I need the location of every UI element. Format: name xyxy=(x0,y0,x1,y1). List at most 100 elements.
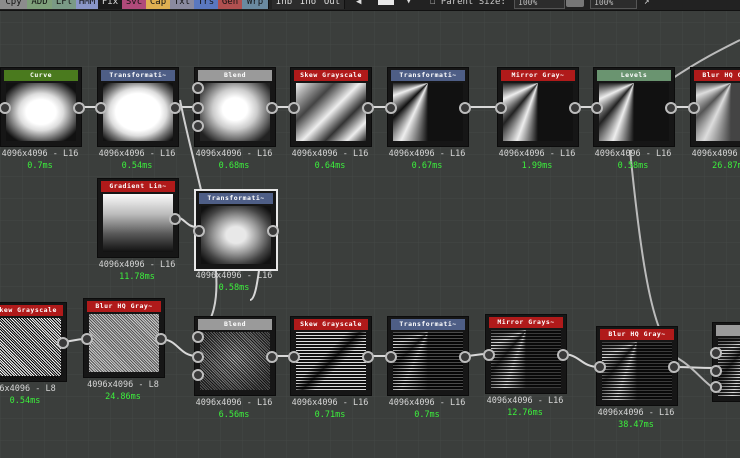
node-title: Blur HQ Gray~ xyxy=(600,329,674,340)
output-port[interactable] xyxy=(459,102,471,114)
output-port[interactable] xyxy=(169,213,181,225)
input-port[interactable] xyxy=(688,102,700,114)
node-title: Levels xyxy=(597,70,671,81)
tab-wrp[interactable]: Wrp xyxy=(242,0,269,9)
output-port[interactable] xyxy=(665,102,677,114)
input-port[interactable] xyxy=(710,381,722,393)
output-port[interactable] xyxy=(266,351,278,363)
node-thumbnail xyxy=(103,83,173,141)
tab-cpy[interactable]: Cpy xyxy=(0,0,28,9)
node-thumbnail xyxy=(696,83,740,141)
node-blend1[interactable]: Blend xyxy=(192,67,278,147)
more-icon[interactable]: ↗ xyxy=(644,0,649,9)
tab-cap[interactable]: Cap xyxy=(146,0,171,9)
node-gradient[interactable]: Gradient Lin~ xyxy=(97,178,181,258)
tab-fix[interactable]: Fix xyxy=(98,0,123,9)
node-title: Blur HQ Gray~ xyxy=(694,70,740,81)
tab-hmm[interactable]: HMM xyxy=(76,0,99,9)
input-port[interactable] xyxy=(192,351,204,363)
node-thumbnail xyxy=(602,342,672,400)
input-port[interactable] xyxy=(385,102,397,114)
node-levels[interactable]: Levels xyxy=(591,67,677,147)
output-port[interactable] xyxy=(362,102,374,114)
node-thumbnail xyxy=(89,314,159,372)
output-port[interactable] xyxy=(266,102,278,114)
node-resolution: 4096x4096 - L16 xyxy=(498,149,576,159)
input-port[interactable] xyxy=(192,102,204,114)
tab-trs[interactable]: Trs xyxy=(194,0,219,9)
node-skew2[interactable]: Skew Grayscale xyxy=(288,316,374,396)
node-resolution: 4 xyxy=(697,404,740,414)
output-port[interactable] xyxy=(57,337,69,349)
input-port[interactable] xyxy=(192,120,204,132)
tab-txt[interactable]: Txt xyxy=(170,0,195,9)
output-port[interactable] xyxy=(169,102,181,114)
output-port[interactable] xyxy=(155,333,167,345)
input-port[interactable] xyxy=(95,102,107,114)
parent-size-field[interactable]: 100% xyxy=(514,0,565,9)
tab-out[interactable]: Out xyxy=(320,0,345,9)
node-transform4[interactable]: Transformati~ xyxy=(385,316,471,396)
node-thumbnail xyxy=(201,206,271,264)
node-thumbnail xyxy=(296,83,366,141)
tab-lfl[interactable]: LFl xyxy=(52,0,77,9)
output-port[interactable] xyxy=(557,349,569,361)
input-port[interactable] xyxy=(591,102,603,114)
tab-add[interactable]: ADD xyxy=(27,0,53,9)
output-port[interactable] xyxy=(569,102,581,114)
node-title: Skew Grayscale xyxy=(0,305,63,316)
node-resolution: 4096x4096 - L16 xyxy=(291,398,369,408)
output-port[interactable] xyxy=(459,351,471,363)
tab-gen[interactable]: Gen xyxy=(218,0,243,9)
node-blend3[interactable] xyxy=(710,322,740,402)
input-port[interactable] xyxy=(192,82,204,94)
color-swatch[interactable] xyxy=(378,0,394,5)
input-port[interactable] xyxy=(193,225,205,237)
input-port[interactable] xyxy=(495,102,507,114)
input-port[interactable] xyxy=(710,347,722,359)
node-thumbnail xyxy=(200,332,270,390)
output-port[interactable] xyxy=(267,225,279,237)
node-skew0[interactable]: Skew Grayscale xyxy=(0,302,69,382)
node-blurHQ1[interactable]: Blur HQ Gray~ xyxy=(688,67,740,147)
input-port[interactable] xyxy=(288,351,300,363)
node-thumbnail xyxy=(0,318,61,376)
output-port[interactable] xyxy=(362,351,374,363)
node-skew1[interactable]: Skew Grayscale xyxy=(288,67,374,147)
node-blend2[interactable]: Blend xyxy=(192,316,278,396)
input-port[interactable] xyxy=(483,349,495,361)
input-port[interactable] xyxy=(192,331,204,343)
input-port[interactable] xyxy=(710,365,722,377)
node-graph-canvas[interactable]: Curve 4096x4096 - L16 0.7ms Transformati~ 40… xyxy=(0,0,740,458)
input-port[interactable] xyxy=(594,361,606,373)
input-port[interactable] xyxy=(288,102,300,114)
node-resolution: 4096x4096 - L16 xyxy=(291,149,369,159)
node-mirror2[interactable]: Mirror Grays~ xyxy=(483,314,569,394)
node-blurHQ0[interactable]: Blur HQ Gray~ xyxy=(81,298,167,378)
node-mirror1[interactable]: Mirror Gray~ xyxy=(495,67,581,147)
scale-field[interactable]: 100% xyxy=(590,0,637,9)
input-port[interactable] xyxy=(81,333,93,345)
output-port[interactable] xyxy=(668,361,680,373)
node-blurHQ2[interactable]: Blur HQ Gray~ xyxy=(594,326,680,406)
output-port[interactable] xyxy=(73,102,85,114)
tab-svc[interactable]: Svc xyxy=(122,0,147,9)
node-timing: 38.47ms xyxy=(618,420,654,430)
node-transform1[interactable]: Transformati~ xyxy=(95,67,181,147)
tab-ino[interactable]: Ino xyxy=(296,0,321,9)
input-port[interactable] xyxy=(385,351,397,363)
node-timing: 11.78ms xyxy=(119,272,155,282)
node-transform3[interactable]: Transformati~ xyxy=(193,189,279,271)
arrow-down-icon[interactable]: ▾ xyxy=(406,0,411,9)
node-transform2[interactable]: Transformati~ xyxy=(385,67,471,147)
lock-button[interactable] xyxy=(566,0,584,7)
node-title: Mirror Grays~ xyxy=(489,317,563,328)
node-curve[interactable]: Curve xyxy=(0,67,85,147)
tab-inb[interactable]: Inb xyxy=(272,0,297,9)
node-thumbnail xyxy=(503,83,573,141)
arrow-left-icon[interactable]: ◀ xyxy=(356,0,361,9)
node-thumbnail xyxy=(6,83,76,141)
node-timing: 0.68ms xyxy=(218,161,250,171)
input-port[interactable] xyxy=(192,369,204,381)
node-resolution: 4096x4096 - L16 xyxy=(195,271,273,281)
